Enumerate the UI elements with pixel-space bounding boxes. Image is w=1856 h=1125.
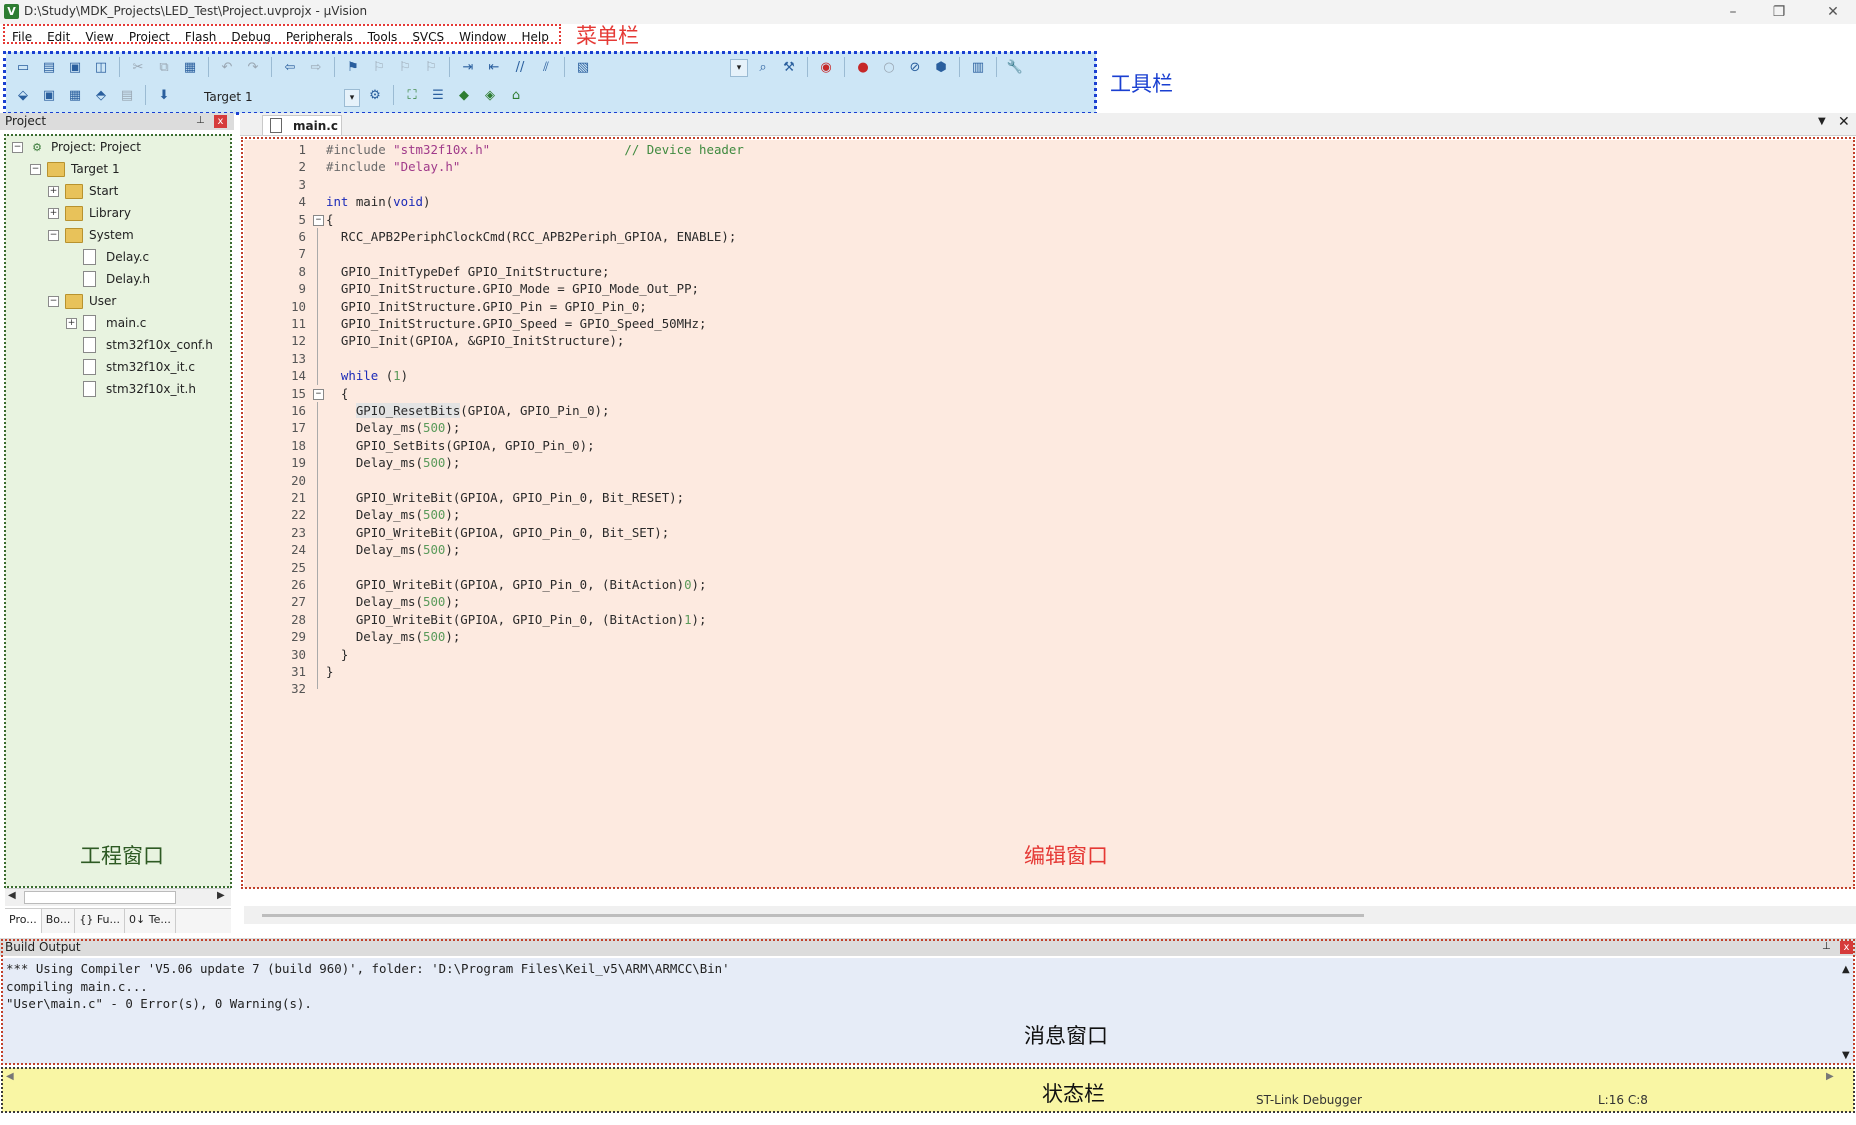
menu-bar-annotation: 菜单栏: [576, 24, 639, 48]
status-bar-highlight: [1, 1067, 1855, 1113]
minimize-button[interactable]: –: [1710, 0, 1756, 24]
menu-bar-highlight: [3, 24, 561, 44]
chevron-down-icon[interactable]: ▼: [1818, 116, 1826, 127]
project-hscrollbar-thumb[interactable]: [24, 891, 176, 904]
project-panel-highlight: [4, 134, 232, 888]
tab-project[interactable]: Pro...: [5, 909, 42, 933]
close-window-button[interactable]: ✕: [1810, 0, 1856, 24]
restore-button[interactable]: ❐: [1756, 0, 1802, 24]
editor-close-button[interactable]: ✕: [1838, 114, 1850, 130]
project-panel-close-button[interactable]: x: [214, 115, 227, 128]
window-title: D:\Study\MDK_Projects\LED_Test\Project.u…: [24, 4, 368, 18]
file-icon: [270, 118, 282, 133]
tab-books[interactable]: Bo...: [42, 909, 76, 933]
build-output-highlight: [1, 939, 1855, 1065]
status-debugger: ST-Link Debugger: [1256, 1093, 1362, 1107]
status-bar-annotation: 状态栏: [1042, 1082, 1105, 1106]
build-output-annotation: 消息窗口: [1024, 1024, 1108, 1048]
project-panel-tabs: Pro... Bo... {} Fu... 0↓ Te...: [5, 908, 231, 933]
toolbar-annotation: 工具栏: [1110, 72, 1173, 96]
status-cursor-position: L:16 C:8: [1598, 1093, 1648, 1107]
tab-templates[interactable]: 0↓ Te...: [125, 909, 176, 933]
toolbar-highlight: [3, 51, 1097, 115]
editor-hscrollbar-thumb[interactable]: [262, 914, 1364, 917]
scroll-right-icon[interactable]: ▶: [217, 890, 225, 901]
editor-annotation: 编辑窗口: [1024, 844, 1108, 868]
editor-highlight: [241, 137, 1855, 889]
pin-icon[interactable]: ⊥: [196, 115, 205, 126]
app-icon: V: [4, 4, 19, 19]
editor-tab-bar: [240, 113, 1856, 136]
tab-functions[interactable]: {} Fu...: [75, 909, 126, 933]
scroll-left-icon[interactable]: ◀: [8, 890, 16, 901]
project-panel-annotation: 工程窗口: [80, 844, 164, 868]
